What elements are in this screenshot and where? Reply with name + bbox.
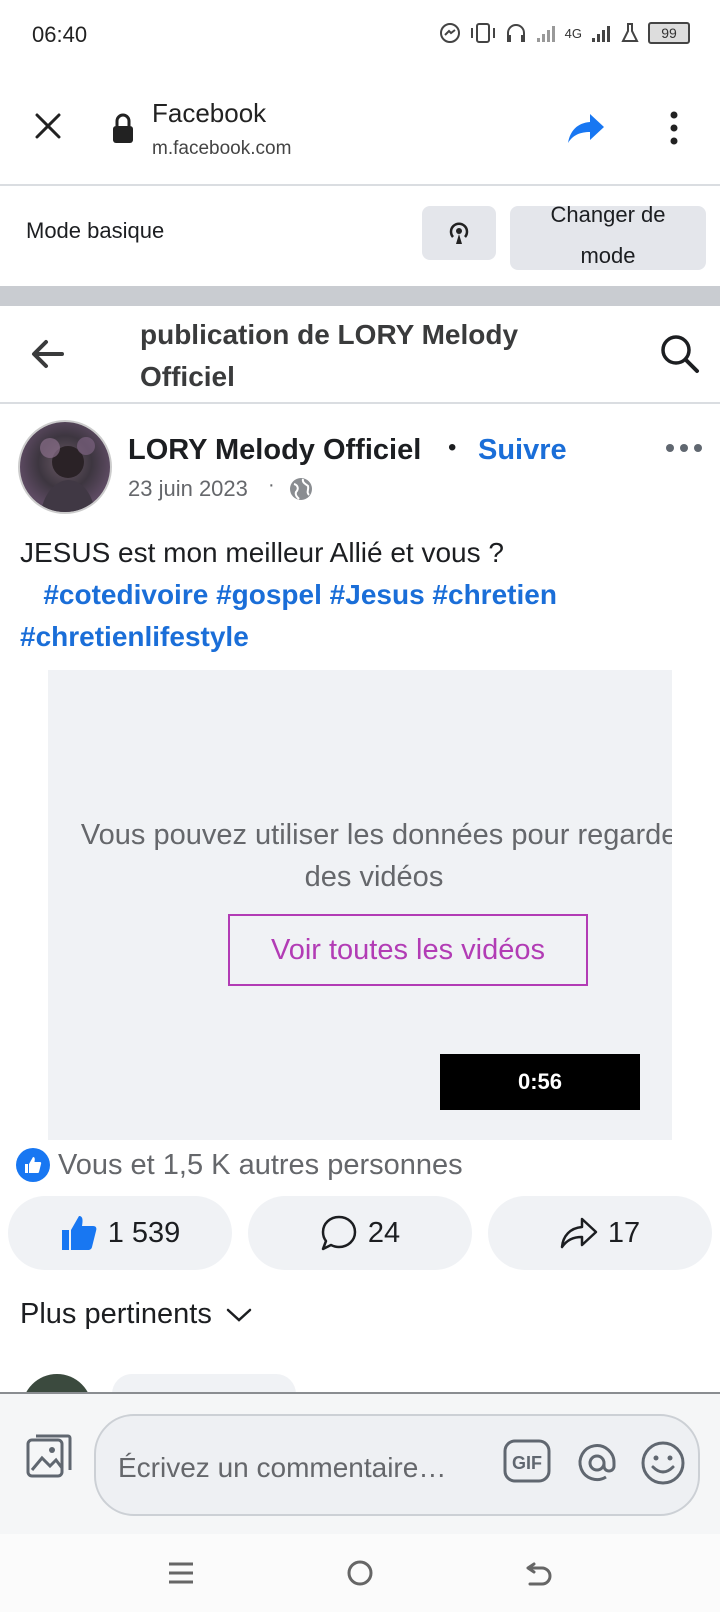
- page-title: publication de LORY Melody Officiel: [140, 319, 519, 392]
- home-icon[interactable]: [345, 1558, 375, 1588]
- back-icon[interactable]: [524, 1558, 554, 1588]
- follow-link[interactable]: Suivre: [478, 434, 567, 467]
- browser-url: m.facebook.com: [152, 138, 292, 159]
- comment-sort-dropdown[interactable]: Plus pertinents: [20, 1298, 252, 1331]
- post-body: JESUS est mon meilleur Allié et vous ?: [20, 537, 504, 568]
- emoji-icon[interactable]: [638, 1438, 688, 1488]
- signal-weak-icon: [536, 26, 555, 42]
- chevron-down-icon: [226, 1308, 252, 1322]
- date-separator: ·: [268, 474, 275, 496]
- post-actions: 1 539 24 17: [8, 1196, 712, 1270]
- comment-count: 24: [367, 1216, 401, 1249]
- reactions-summary[interactable]: Vous et 1,5 K autres personnes: [16, 1148, 463, 1182]
- thumbs-up-icon: [61, 1216, 97, 1250]
- lab-icon: [621, 23, 639, 42]
- share-button[interactable]: 17: [488, 1196, 712, 1270]
- change-mode-button[interactable]: Changer de mode: [510, 202, 706, 270]
- status-icons: 4G 99: [439, 22, 690, 44]
- lock-icon: [113, 113, 133, 143]
- gif-icon[interactable]: GIF: [502, 1438, 552, 1484]
- broadcast-button[interactable]: [422, 206, 496, 260]
- like-reaction-icon: [16, 1148, 50, 1182]
- data-usage-line-2: des vidéos: [304, 861, 444, 893]
- like-count: 1 539: [107, 1216, 181, 1249]
- change-mode-label-2: mode: [580, 243, 636, 268]
- signal-icon: [592, 26, 610, 42]
- comment-composer: Écrivez un commentaire… GIF: [0, 1392, 720, 1534]
- svg-text:GIF: GIF: [512, 1453, 542, 1473]
- video-duration: 0:56: [440, 1054, 640, 1110]
- battery-icon: 99: [648, 22, 690, 44]
- hashtag[interactable]: #chretienlifestyle: [20, 621, 249, 652]
- data-usage-message: Vous pouvez utiliser les données pour re…: [74, 814, 672, 898]
- post-text: JESUS est mon meilleur Allié et vous ? #…: [20, 532, 700, 658]
- comment-button[interactable]: 24: [248, 1196, 472, 1270]
- browser-title: Facebook: [152, 98, 267, 128]
- messenger-icon: [439, 23, 460, 43]
- share-arrow-icon: [560, 1217, 598, 1249]
- system-nav-bar: [0, 1534, 720, 1612]
- reactions-text: Vous et 1,5 K autres personnes: [58, 1148, 463, 1181]
- hashtag[interactable]: #cotedivoire: [43, 579, 208, 610]
- section-divider: [0, 286, 720, 306]
- broadcast-icon: [449, 222, 469, 244]
- search-icon[interactable]: [658, 332, 700, 374]
- network-type: 4G: [564, 25, 582, 41]
- data-usage-line-1: Vous pouvez utiliser les données pour re…: [80, 819, 672, 851]
- hashtag[interactable]: #Jesus: [330, 579, 425, 610]
- name-separator: •: [448, 434, 457, 461]
- share-count: 17: [607, 1216, 641, 1249]
- close-icon[interactable]: [30, 108, 66, 144]
- video-placeholder[interactable]: Vous pouvez utiliser les données pour re…: [48, 670, 672, 1140]
- like-button[interactable]: 1 539: [8, 1196, 232, 1270]
- hashtag[interactable]: #gospel: [216, 579, 322, 610]
- avatar-portrait: [40, 437, 96, 512]
- comment-input[interactable]: Écrivez un commentaire… GIF: [94, 1414, 700, 1516]
- recent-apps-icon[interactable]: [166, 1560, 196, 1586]
- basic-mode-label: Mode basique: [26, 218, 165, 243]
- more-horiz-icon[interactable]: [664, 438, 704, 464]
- back-arrow-icon[interactable]: [28, 336, 68, 372]
- post-date[interactable]: 23 juin 2023: [128, 476, 248, 502]
- headset-icon: [506, 24, 525, 42]
- watch-all-videos-button[interactable]: Voir toutes les vidéos: [228, 914, 588, 986]
- sort-label: Plus pertinents: [20, 1298, 212, 1330]
- custom-tab-bar: Facebook m.facebook.com: [0, 74, 720, 186]
- hashtag[interactable]: #chretien: [432, 579, 557, 610]
- author-name[interactable]: LORY Melody Officiel: [128, 434, 421, 467]
- clock: 06:40: [32, 22, 88, 47]
- comment-icon: [321, 1215, 357, 1251]
- mention-icon[interactable]: [572, 1438, 622, 1488]
- vibrate-icon: [470, 23, 495, 43]
- publication-header: publication de LORY Melody Officiel: [0, 306, 720, 404]
- photo-icon[interactable]: [24, 1432, 74, 1482]
- share-icon[interactable]: [566, 110, 606, 146]
- change-mode-label-1: Changer de: [550, 202, 666, 227]
- globe-icon: [290, 478, 312, 500]
- comment-placeholder: Écrivez un commentaire…: [118, 1452, 447, 1483]
- author-avatar[interactable]: [18, 420, 112, 514]
- more-vert-icon[interactable]: [662, 108, 686, 148]
- status-bar: 06:40 4G 99: [0, 0, 720, 74]
- mode-bar: Mode basique Changer de mode: [0, 186, 720, 286]
